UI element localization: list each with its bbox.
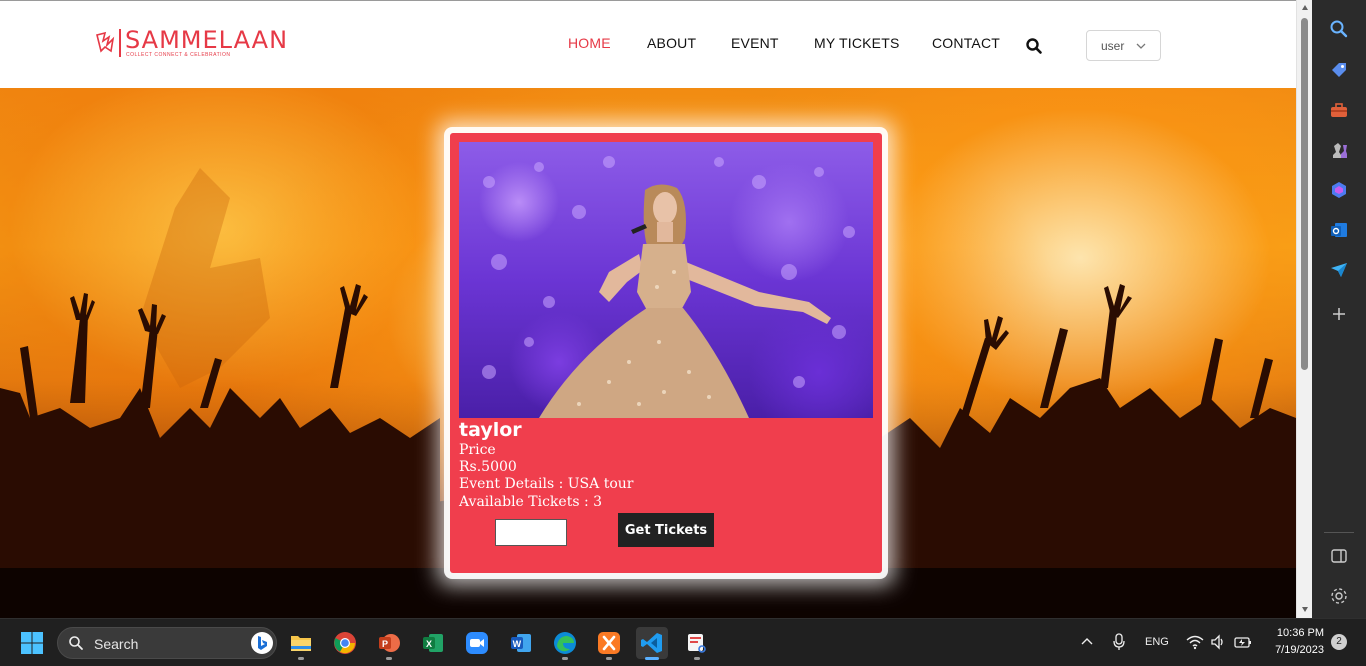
volume-icon[interactable] xyxy=(1210,634,1226,650)
available-tickets: Available Tickets : 3 xyxy=(459,494,603,510)
file-explorer-icon xyxy=(291,636,311,651)
taskbar-edge[interactable] xyxy=(549,627,581,660)
send-icon[interactable] xyxy=(1329,260,1349,280)
nav-my-tickets[interactable]: MY TICKETS xyxy=(814,35,900,51)
event-card: taylor Price Rs.5000 Event Details : USA… xyxy=(450,133,882,573)
edge-icon xyxy=(554,632,576,654)
logo-text: SAMMELAAN xyxy=(125,26,289,54)
event-details: Event Details : USA tour xyxy=(459,476,634,492)
browser-viewport: SAMMELAAN COLLECT CONNECT & CELEBRATION … xyxy=(0,0,1296,618)
running-indicator xyxy=(645,657,659,660)
scroll-thumb[interactable] xyxy=(1301,18,1308,370)
event-image xyxy=(459,142,873,418)
taskbar-file-explorer[interactable] xyxy=(285,627,317,660)
chess-icon[interactable] xyxy=(1329,140,1349,160)
wifi-icon[interactable] xyxy=(1186,634,1204,650)
copilot-icon[interactable] xyxy=(1329,180,1349,200)
search-icon[interactable] xyxy=(1025,37,1043,55)
xampp-icon xyxy=(598,632,620,654)
toolbox-icon[interactable] xyxy=(1329,100,1349,120)
clock-date[interactable]: 7/19/2023 xyxy=(1262,644,1324,656)
user-select[interactable]: user xyxy=(1086,30,1161,61)
add-icon[interactable] xyxy=(1329,304,1349,324)
powerpoint-icon: P xyxy=(379,634,400,652)
nav-event[interactable]: EVENT xyxy=(731,35,779,51)
chrome-icon xyxy=(334,632,356,654)
running-indicator xyxy=(606,657,612,660)
taskbar-xampp[interactable] xyxy=(593,627,625,660)
taskbar-powerpoint[interactable]: P xyxy=(373,627,405,660)
scroll-up-icon[interactable] xyxy=(1301,4,1309,12)
svg-text:X: X xyxy=(426,639,432,649)
battery-icon[interactable] xyxy=(1234,634,1252,650)
logo[interactable]: SAMMELAAN COLLECT CONNECT & CELEBRATION xyxy=(95,26,325,63)
running-indicator xyxy=(298,657,304,660)
vscode-icon xyxy=(641,633,662,653)
running-indicator xyxy=(694,657,700,660)
logo-divider xyxy=(119,29,121,57)
excel-icon: X xyxy=(423,634,443,652)
zoom-icon xyxy=(466,632,488,654)
word-icon: W xyxy=(511,634,531,652)
ticket-quantity-input[interactable] xyxy=(495,519,567,546)
settings-icon[interactable] xyxy=(1329,586,1349,606)
outlook-icon[interactable] xyxy=(1329,220,1349,240)
site-header: SAMMELAAN COLLECT CONNECT & CELEBRATION … xyxy=(0,1,1296,88)
taskbar-search-label: Search xyxy=(94,636,139,652)
get-tickets-button[interactable]: Get Tickets xyxy=(618,513,714,547)
scroll-down-icon[interactable] xyxy=(1301,605,1309,613)
taskbar-snipping-tool[interactable] xyxy=(681,627,713,660)
taskbar-vscode[interactable] xyxy=(636,627,668,660)
event-name: taylor xyxy=(459,419,522,441)
chevron-down-icon xyxy=(1136,43,1146,49)
notification-badge[interactable]: 2 xyxy=(1331,634,1347,650)
tag-icon[interactable] xyxy=(1329,60,1349,80)
nav-about[interactable]: ABOUT xyxy=(647,35,696,51)
chevron-up-icon[interactable] xyxy=(1080,635,1094,649)
svg-text:W: W xyxy=(513,639,522,649)
nav-home[interactable]: HOME xyxy=(568,35,611,51)
page-scrollbar[interactable] xyxy=(1296,0,1312,618)
taskbar-word[interactable]: W xyxy=(505,627,537,659)
sidebar-divider xyxy=(1324,532,1354,533)
logo-mark-icon xyxy=(96,31,115,53)
sidebar-toggle-icon[interactable] xyxy=(1329,546,1349,566)
price-value: Rs.5000 xyxy=(459,459,517,475)
performer-photo xyxy=(482,156,855,418)
browser-sidebar xyxy=(1312,0,1366,618)
taskbar-zoom[interactable] xyxy=(461,627,493,659)
user-select-value: user xyxy=(1101,39,1125,53)
hero-background: taylor Price Rs.5000 Event Details : USA… xyxy=(0,88,1296,618)
taskbar-excel[interactable]: X xyxy=(417,627,449,659)
snipping-tool-icon xyxy=(688,634,706,653)
price-label: Price xyxy=(459,442,496,458)
taskbar-search[interactable]: Search xyxy=(57,627,277,659)
taskbar: Search P X W ENG 10:36 PM 7/19/2023 2 xyxy=(0,618,1366,666)
taskbar-chrome[interactable] xyxy=(329,627,361,659)
running-indicator xyxy=(562,657,568,660)
nav-contact[interactable]: CONTACT xyxy=(932,35,1000,51)
search-icon[interactable] xyxy=(1329,19,1349,39)
microphone-icon[interactable] xyxy=(1112,633,1126,651)
running-indicator xyxy=(386,657,392,660)
logo-tagline: COLLECT CONNECT & CELEBRATION xyxy=(126,52,231,58)
clock-time[interactable]: 10:36 PM xyxy=(1262,627,1324,639)
windows-start-icon[interactable] xyxy=(20,631,44,655)
svg-text:P: P xyxy=(382,639,388,649)
search-icon xyxy=(69,636,83,650)
bing-icon[interactable] xyxy=(250,631,274,655)
language-indicator[interactable]: ENG xyxy=(1145,636,1169,648)
